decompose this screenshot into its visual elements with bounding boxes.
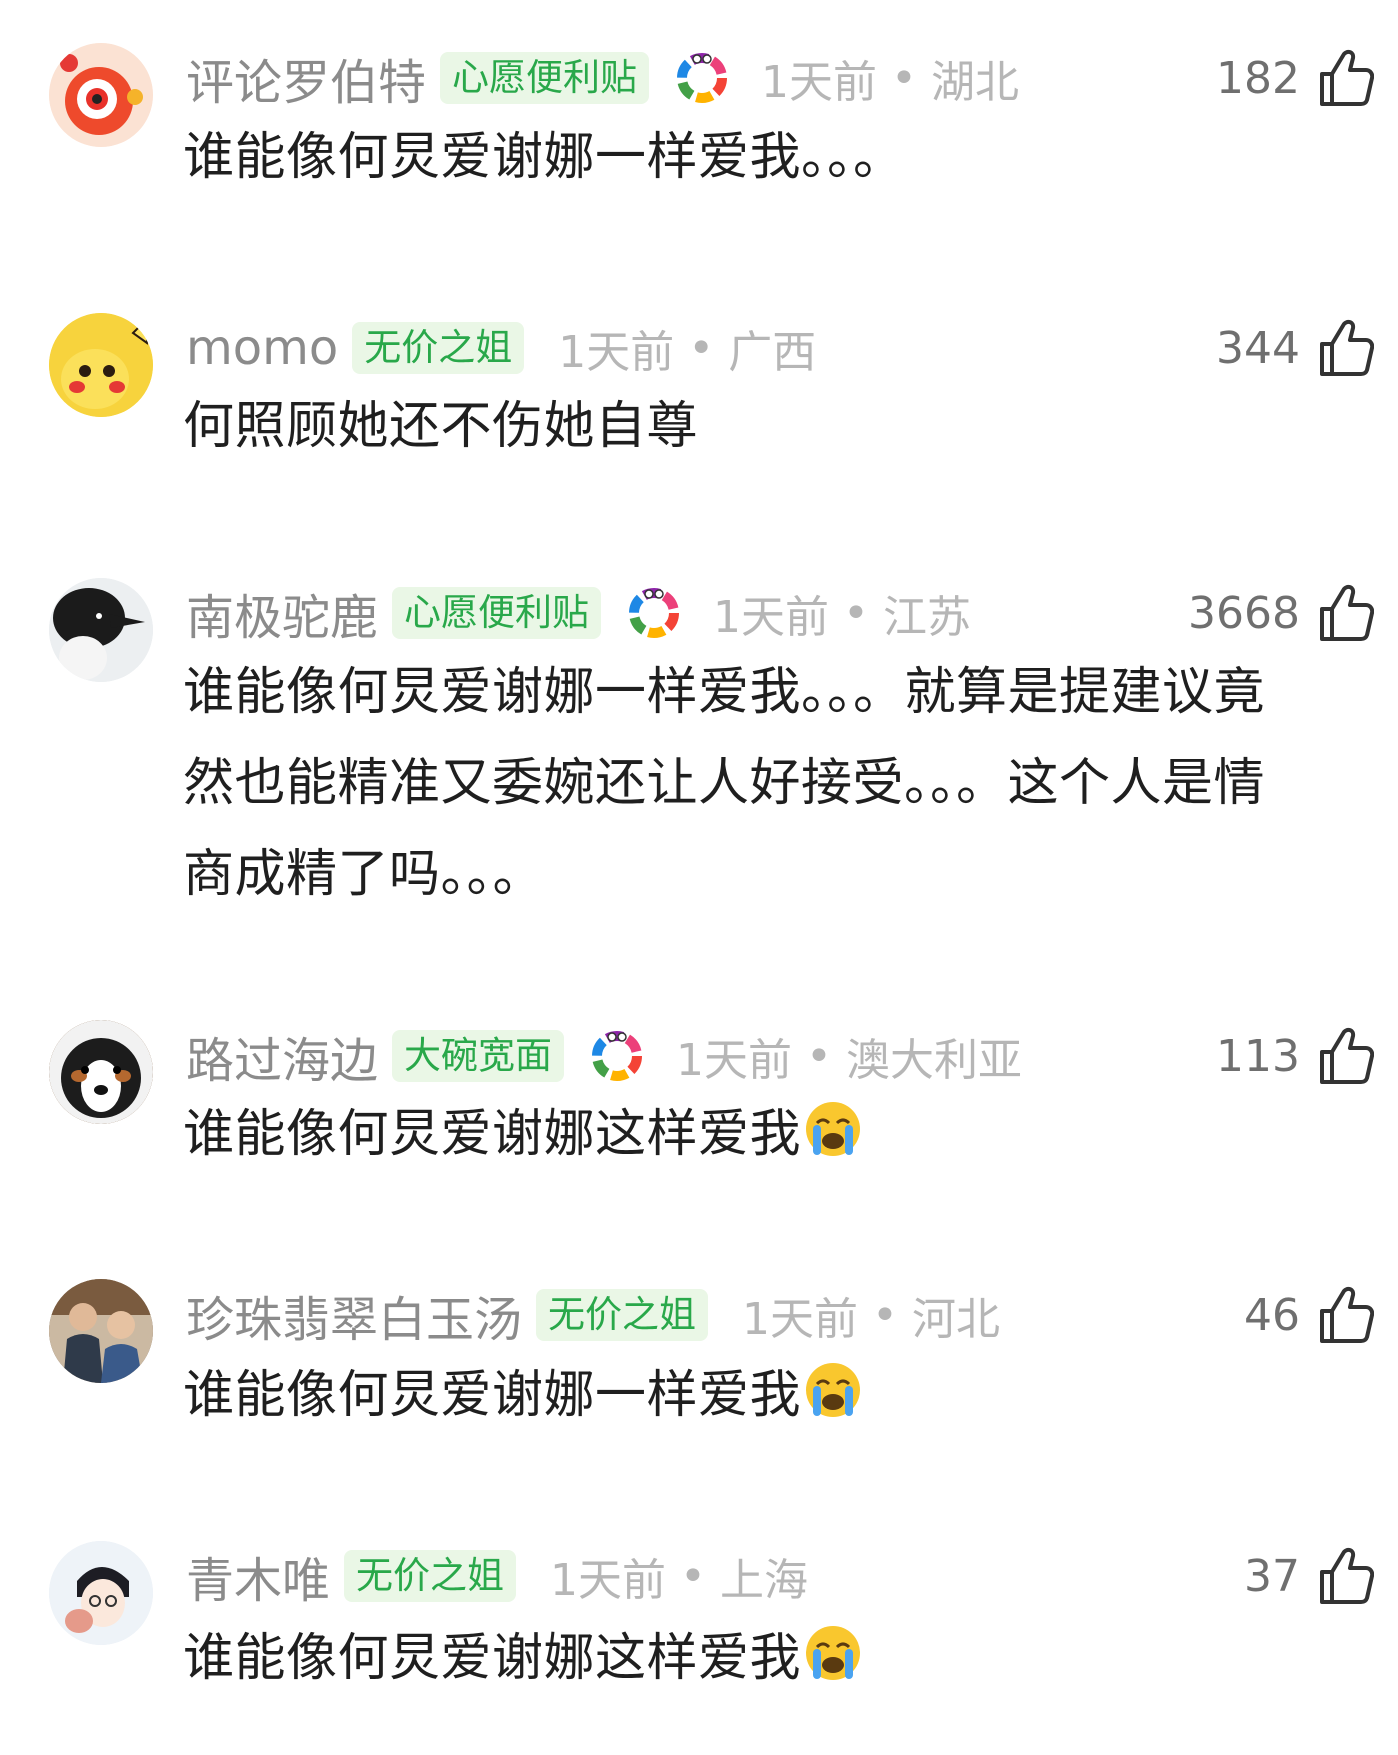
avatar[interactable] — [49, 1279, 153, 1383]
thumbs-up-icon — [1320, 584, 1374, 641]
comment-meta: 南极驼鹿 心愿便利贴 1天前 • 江苏 — [186, 578, 971, 648]
comment-region: 江苏 — [882, 592, 971, 643]
comment-time: 1天前 — [761, 57, 878, 108]
comment-text: 谁能像何炅爱谢娜一样爱我。。。 — [183, 128, 905, 187]
username[interactable]: 路过海边 — [186, 1021, 378, 1091]
comment-meta: 青木唯 无价之姐 1天前 • 上海 — [186, 1541, 808, 1611]
comment-list: 评论罗伯特 心愿便利贴 1天前 • 湖北 182 谁能像何炅爱谢娜一样爱我。。。… — [0, 0, 1398, 1755]
yellow-pikachu-avatar-icon — [49, 313, 153, 417]
penguin-avatar-icon — [49, 578, 153, 682]
two-people-photo-avatar-icon — [49, 1279, 153, 1383]
comment-time: 1天前 — [742, 1294, 859, 1345]
comment-text: 谁能像何炅爱谢娜一样爱我。。。就算是提建议竟 然也能精准又委婉还让人好接受。。。… — [183, 647, 1373, 920]
comment-region: 湖北 — [930, 57, 1019, 108]
thumbs-up-icon — [1320, 319, 1374, 376]
comment-text: 谁能像何炅爱谢娜一样爱我 — [183, 1350, 1373, 1441]
comment-text-body: 谁能像何炅爱谢娜这样爱我 — [183, 1105, 802, 1164]
comment-time: 1天前 — [713, 592, 830, 643]
like-count: 3668 — [1188, 587, 1300, 639]
meta-separator: • — [872, 1289, 898, 1341]
user-badge[interactable]: 无价之姐 — [352, 322, 525, 374]
meta-separator: • — [680, 1550, 706, 1602]
like-button[interactable]: 37 — [1098, 1544, 1398, 1608]
username[interactable]: 青木唯 — [186, 1541, 330, 1611]
rainbow-ring-medal-icon[interactable] — [592, 1031, 643, 1081]
comment-text: 谁能像何炅爱谢娜这样爱我 — [183, 1613, 1373, 1704]
user-badge[interactable]: 心愿便利贴 — [440, 52, 650, 104]
avatar[interactable] — [49, 1020, 153, 1124]
comment-region: 澳大利亚 — [845, 1035, 1022, 1086]
comment-meta: 评论罗伯特 心愿便利贴 1天前 • 湖北 — [186, 43, 1019, 113]
comment-meta: 珍珠翡翠白玉汤 无价之姐 1天前 • 河北 — [186, 1280, 1000, 1350]
like-button[interactable]: 3668 — [1098, 581, 1398, 645]
thumbs-up-icon — [1320, 1547, 1374, 1604]
like-button[interactable]: 344 — [1098, 316, 1398, 380]
puppy-avatar-icon — [49, 1020, 153, 1124]
crying-face-emoji-icon — [806, 1363, 861, 1417]
rainbow-ring-medal-icon[interactable] — [677, 53, 728, 103]
like-count: 46 — [1244, 1289, 1300, 1341]
comment-text: 何照顾她还不伤她自尊 — [183, 397, 699, 456]
avatar[interactable] — [49, 578, 153, 682]
comment-text: 谁能像何炅爱谢娜这样爱我 — [183, 1089, 1373, 1180]
username[interactable]: 南极驼鹿 — [186, 578, 378, 648]
comment-text-line: 谁能像何炅爱谢娜一样爱我。。。就算是提建议竟 — [183, 663, 1266, 722]
comment-time: 1天前 — [558, 327, 675, 378]
thumbs-up-icon — [1320, 1286, 1374, 1343]
like-count: 182 — [1216, 52, 1300, 104]
anime-boy-avatar-icon — [49, 1541, 153, 1645]
comment-text-body: 谁能像何炅爱谢娜一样爱我 — [183, 1366, 802, 1425]
like-count: 113 — [1216, 1030, 1300, 1082]
like-button[interactable]: 113 — [1098, 1024, 1398, 1088]
meta-separator: • — [843, 587, 869, 639]
meta-separator: • — [891, 52, 917, 104]
comment-text-line: 然也能精准又委婉还让人好接受。。。这个人是情 — [183, 754, 1266, 813]
like-button[interactable]: 182 — [1098, 46, 1398, 110]
comment-region: 广西 — [728, 327, 817, 378]
rainbow-ring-medal-icon[interactable] — [629, 588, 680, 638]
user-badge[interactable]: 心愿便利贴 — [392, 587, 602, 639]
user-badge[interactable]: 无价之姐 — [536, 1289, 709, 1341]
username[interactable]: momo — [186, 320, 338, 376]
like-count: 37 — [1244, 1550, 1300, 1602]
avatar[interactable] — [49, 1541, 153, 1645]
comment-region: 上海 — [719, 1555, 808, 1606]
meta-separator: • — [806, 1030, 832, 1082]
thumbs-up-icon — [1320, 1027, 1374, 1084]
like-count: 344 — [1216, 322, 1300, 374]
crying-face-emoji-icon — [806, 1626, 861, 1680]
username[interactable]: 珍珠翡翠白玉汤 — [186, 1280, 522, 1350]
comment-time: 1天前 — [550, 1555, 667, 1606]
comment-region: 河北 — [911, 1294, 1000, 1345]
comment-time: 1天前 — [676, 1035, 793, 1086]
comment-text-line: 商成精了吗。。。 — [183, 845, 545, 904]
crying-face-emoji-icon — [806, 1102, 861, 1156]
comment-text-body: 谁能像何炅爱谢娜这样爱我 — [183, 1629, 802, 1688]
user-badge[interactable]: 大碗宽面 — [392, 1030, 565, 1082]
comment-meta: momo 无价之姐 1天前 • 广西 — [186, 316, 816, 380]
comment-meta: 路过海边 大碗宽面 1天前 • 澳大利亚 — [186, 1021, 1022, 1091]
like-button[interactable]: 46 — [1098, 1283, 1398, 1347]
thumbs-up-icon — [1320, 49, 1374, 106]
avatar[interactable] — [49, 313, 153, 417]
username[interactable]: 评论罗伯特 — [186, 43, 426, 113]
user-badge[interactable]: 无价之姐 — [344, 1550, 517, 1602]
red-cartoon-eye-avatar-icon — [49, 43, 153, 147]
meta-separator: • — [688, 322, 715, 374]
avatar[interactable] — [49, 43, 153, 147]
